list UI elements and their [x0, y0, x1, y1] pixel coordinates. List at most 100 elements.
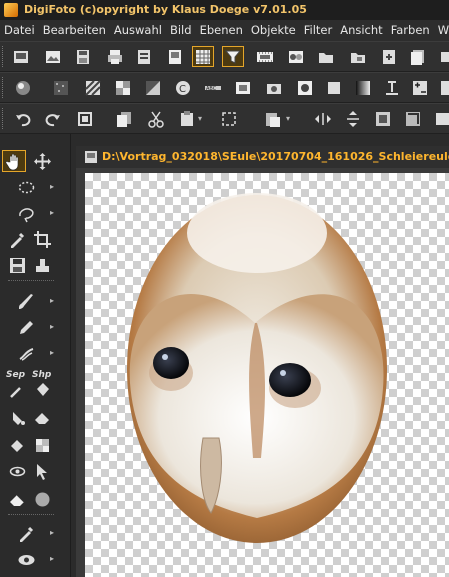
owl-left-eye: [153, 347, 189, 379]
smudge-icon[interactable]: [14, 342, 38, 364]
tone-icon[interactable]: [285, 46, 307, 67]
chevron-right-icon[interactable]: ▸: [50, 528, 54, 537]
stop-icon[interactable]: [74, 108, 96, 129]
layout-icon[interactable]: [437, 77, 449, 98]
image-icon[interactable]: [42, 46, 64, 67]
slideshow-icon[interactable]: [432, 108, 449, 129]
menu-bild[interactable]: Bild: [166, 20, 196, 41]
hand-tool-icon[interactable]: [2, 150, 26, 172]
grid-icon[interactable]: [192, 46, 214, 67]
ellipse-select-icon[interactable]: [14, 176, 38, 198]
chevron-right-icon[interactable]: ▸: [50, 296, 54, 305]
brush-icon[interactable]: [14, 290, 38, 312]
menu-filter[interactable]: Filter: [300, 20, 336, 41]
paint-bucket-icon[interactable]: [5, 434, 29, 456]
toolbar-grip[interactable]: [2, 108, 6, 129]
lasso-icon[interactable]: [14, 202, 38, 224]
stamp-icon[interactable]: [30, 254, 54, 276]
menu-ebenen[interactable]: Ebenen: [196, 20, 247, 41]
funnel-icon[interactable]: [222, 46, 244, 67]
undo-icon[interactable]: [12, 108, 34, 129]
tool-divider: [8, 514, 54, 515]
move-tool-icon[interactable]: [30, 150, 54, 172]
paste-icon[interactable]: [262, 108, 284, 129]
eraser-block-icon[interactable]: [5, 488, 29, 510]
color-picker-icon[interactable]: [14, 522, 38, 544]
square-icon[interactable]: [323, 77, 345, 98]
redo-icon[interactable]: [42, 108, 64, 129]
selection-rect-icon[interactable]: [218, 108, 240, 129]
chevron-right-icon[interactable]: ▸: [50, 322, 54, 331]
gradient-icon[interactable]: [352, 77, 374, 98]
menu-datei[interactable]: Datei: [0, 20, 39, 41]
photo-frame-icon[interactable]: [232, 77, 254, 98]
filmstrip-icon[interactable]: [254, 46, 276, 67]
red-eye-icon[interactable]: [5, 460, 29, 482]
toolbar-grip[interactable]: [2, 46, 6, 67]
fill-icon[interactable]: [5, 406, 29, 428]
flip-horizontal-icon[interactable]: [312, 108, 334, 129]
mask-icon[interactable]: [294, 77, 316, 98]
title-bar: DigiFoto (c)opyright by Klaus Doege v7.0…: [0, 0, 449, 20]
sharpen-icon[interactable]: [5, 379, 29, 401]
save-tool-icon[interactable]: [5, 254, 29, 276]
circle-c-icon[interactable]: C: [172, 77, 194, 98]
pipette-icon[interactable]: [5, 228, 29, 250]
bucket-icon[interactable]: [30, 379, 54, 401]
chevron-down-icon[interactable]: ▾: [286, 114, 290, 123]
clipboard-icon[interactable]: [176, 108, 198, 129]
copy-icon[interactable]: [113, 108, 135, 129]
menu-bar: Datei Bearbeiten Auswahl Bild Ebenen Objekte F…: [0, 20, 449, 41]
svg-text:C: C: [179, 84, 186, 95]
noise-icon[interactable]: [50, 77, 72, 98]
document-title-bar: D:\Vortrag_032018\SEule\20170704_161026_…: [76, 146, 449, 168]
menu-auswahl[interactable]: Auswahl: [110, 20, 166, 41]
chevron-right-icon[interactable]: ▸: [50, 554, 54, 563]
stripes-icon[interactable]: [82, 77, 104, 98]
export-icon[interactable]: [378, 46, 400, 67]
tool-divider: [8, 280, 54, 281]
batch-icon[interactable]: [407, 46, 429, 67]
print-preview-icon[interactable]: [164, 46, 186, 67]
menu-bearbeiten[interactable]: Bearbeiten: [39, 20, 110, 41]
camera-icon[interactable]: [263, 77, 285, 98]
chevron-right-icon[interactable]: ▸: [50, 182, 54, 191]
flip-vertical-icon[interactable]: [342, 108, 364, 129]
eye-icon[interactable]: [14, 548, 38, 570]
pattern-icon[interactable]: [30, 434, 54, 456]
image-canvas[interactable]: [85, 173, 449, 577]
save-icon[interactable]: [72, 46, 94, 67]
scan-icon[interactable]: [133, 46, 155, 67]
chevron-right-icon[interactable]: ▸: [50, 208, 54, 217]
text-baseline-icon[interactable]: [381, 77, 403, 98]
pointer-icon[interactable]: [30, 460, 54, 482]
chevron-right-icon[interactable]: ▸: [50, 348, 54, 357]
toolbar-grip[interactable]: [2, 77, 6, 98]
app-icon: [4, 3, 18, 17]
owl-photo: [127, 193, 387, 543]
menu-objekte[interactable]: Objekte: [247, 20, 300, 41]
main-toolbar: [0, 41, 449, 72]
plus-minus-icon[interactable]: [409, 77, 431, 98]
eraser-icon[interactable]: [30, 406, 54, 428]
crop-icon[interactable]: [30, 228, 54, 250]
scissors-icon[interactable]: [145, 108, 167, 129]
rotate-icon[interactable]: [372, 108, 394, 129]
sphere-icon[interactable]: [12, 77, 34, 98]
pencil-icon[interactable]: [14, 316, 38, 338]
chevron-down-icon[interactable]: ▾: [198, 114, 202, 123]
open-folder-icon[interactable]: [10, 46, 32, 67]
menu-farben[interactable]: Farben: [387, 20, 434, 41]
contrast-icon[interactable]: [142, 77, 164, 98]
print-icon[interactable]: [104, 46, 126, 67]
layers-icon[interactable]: [437, 46, 449, 67]
folder-icon[interactable]: [315, 46, 337, 67]
crop-corner-icon[interactable]: [402, 108, 424, 129]
folder-icon[interactable]: [347, 46, 369, 67]
menu-werkzeuge[interactable]: Werkz: [434, 20, 449, 41]
texture-icon[interactable]: [112, 77, 134, 98]
menu-ansicht[interactable]: Ansicht: [336, 20, 386, 41]
blur-icon[interactable]: [30, 488, 54, 510]
caption-text-icon[interactable]: ABC: [202, 77, 224, 98]
document-icon: [85, 151, 97, 163]
